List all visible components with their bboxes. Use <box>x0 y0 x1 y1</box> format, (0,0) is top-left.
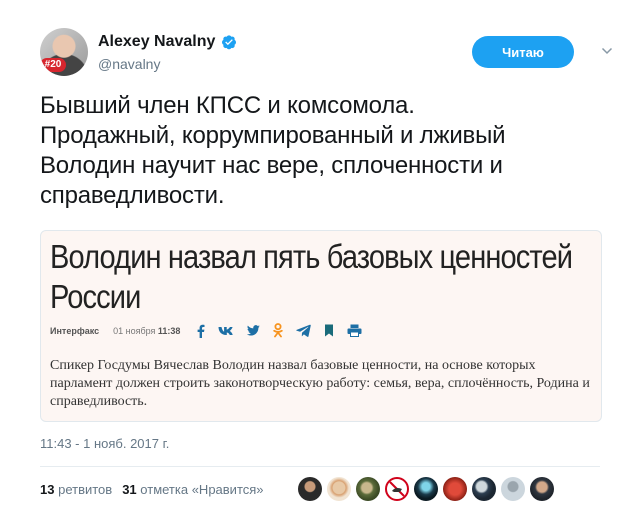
liker-avatar[interactable] <box>356 477 380 501</box>
liker-avatar[interactable] <box>501 477 525 501</box>
tweet-text: Бывший член КПСС и комсомола. Продажный,… <box>40 92 506 209</box>
tweet-timestamp[interactable]: 11:43 - 1 нояб. 2017 г. <box>40 436 169 451</box>
liker-avatar[interactable] <box>414 477 438 501</box>
card-share-icons <box>196 323 362 338</box>
liker-avatars <box>298 477 554 501</box>
card-title: Володин назвал пять базовых ценностей Ро… <box>50 238 573 315</box>
author-name-row: Alexey Navalny <box>98 33 237 51</box>
author-avatar[interactable]: #20 <box>40 28 88 76</box>
retweets-stat[interactable]: 13 ретвитов <box>40 482 112 497</box>
liker-avatar[interactable] <box>443 477 467 501</box>
vk-icon <box>218 326 234 335</box>
verified-badge-icon <box>222 35 237 50</box>
tweet-stats: 13 ретвитов 31 отметка «Нравится» <box>40 482 264 497</box>
liker-avatar[interactable] <box>385 477 409 501</box>
card-source: Интерфакс <box>50 325 100 336</box>
card-date-text: 01 ноября <box>113 325 156 336</box>
likes-label: отметка «Нравится» <box>140 482 264 497</box>
liker-avatar-image <box>389 481 405 497</box>
liker-avatar[interactable] <box>327 477 351 501</box>
card-time: 11:38 <box>157 325 181 336</box>
print-icon <box>347 324 362 337</box>
odnoklassniki-icon <box>273 323 284 338</box>
tweet-header: #20 Alexey Navalny @navalny Читаю <box>40 28 617 78</box>
retweets-label: ретвитов <box>58 482 113 497</box>
facebook-icon <box>198 324 205 338</box>
liker-avatar[interactable] <box>298 477 322 501</box>
twitter-icon <box>247 325 261 336</box>
bookmark-icon <box>325 324 334 337</box>
retweets-count: 13 <box>40 482 55 497</box>
card-date: 01 ноября 11:38 <box>113 326 180 336</box>
author-handle[interactable]: @navalny <box>98 56 160 72</box>
likes-count: 31 <box>122 482 137 497</box>
chevron-down-icon[interactable] <box>601 45 613 57</box>
liker-avatar[interactable] <box>530 477 554 501</box>
author-name[interactable]: Alexey Navalny <box>98 33 215 51</box>
telegram-icon <box>296 324 312 337</box>
divider <box>40 466 600 467</box>
following-button[interactable]: Читаю <box>472 36 574 68</box>
link-preview-card[interactable]: Володин назвал пять базовых ценностей Ро… <box>40 230 602 422</box>
likes-stat[interactable]: 31 отметка «Нравится» <box>122 482 263 497</box>
liker-avatar[interactable] <box>472 477 496 501</box>
avatar-badge: #20 <box>40 58 66 72</box>
card-meta: Интерфакс 01 ноября 11:38 <box>50 323 362 338</box>
card-description: Спикер Госдумы Вячеслав Володин назвал б… <box>50 358 590 409</box>
